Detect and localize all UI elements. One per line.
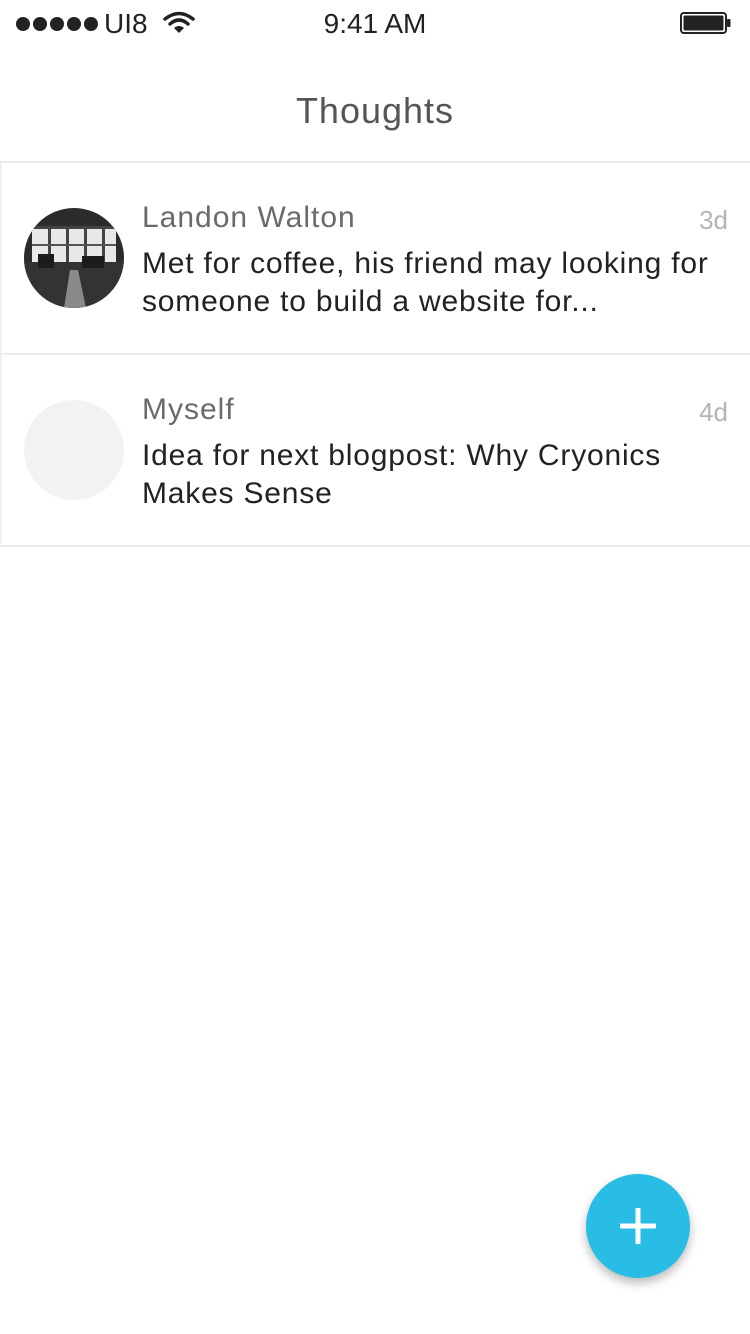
battery-icon: [680, 12, 731, 34]
photo-avatar: [24, 208, 124, 308]
list-item-myself[interactable]: Myself 4d Idea for next blogpost: Why Cr…: [0, 355, 750, 547]
page-title: Thoughts: [295, 90, 455, 131]
thought-preview: Idea for next blogpost: Why Cryonics Mak…: [142, 439, 662, 510]
status-time: 9:41 AM: [323, 8, 427, 39]
list-item-landon-walton[interactable]: Landon Walton 3d Met for coffee, his fri…: [0, 163, 750, 355]
add-thought-button[interactable]: [586, 1174, 690, 1278]
nav-header: Thoughts: [0, 48, 750, 163]
thought-author: Myself: [142, 393, 235, 426]
avatar: [24, 208, 124, 308]
blank-avatar: [24, 400, 124, 500]
thought-author: Landon Walton: [142, 201, 356, 234]
thought-age: 4d: [699, 397, 728, 427]
thoughts-list: Landon Walton 3d Met for coffee, his fri…: [0, 163, 750, 547]
plus-icon: [620, 1208, 656, 1244]
thought-age: 3d: [699, 205, 728, 235]
status-bar: UI8 9:41 AM: [0, 0, 750, 48]
thought-preview: Met for coffee, his friend may looking f…: [142, 247, 709, 318]
